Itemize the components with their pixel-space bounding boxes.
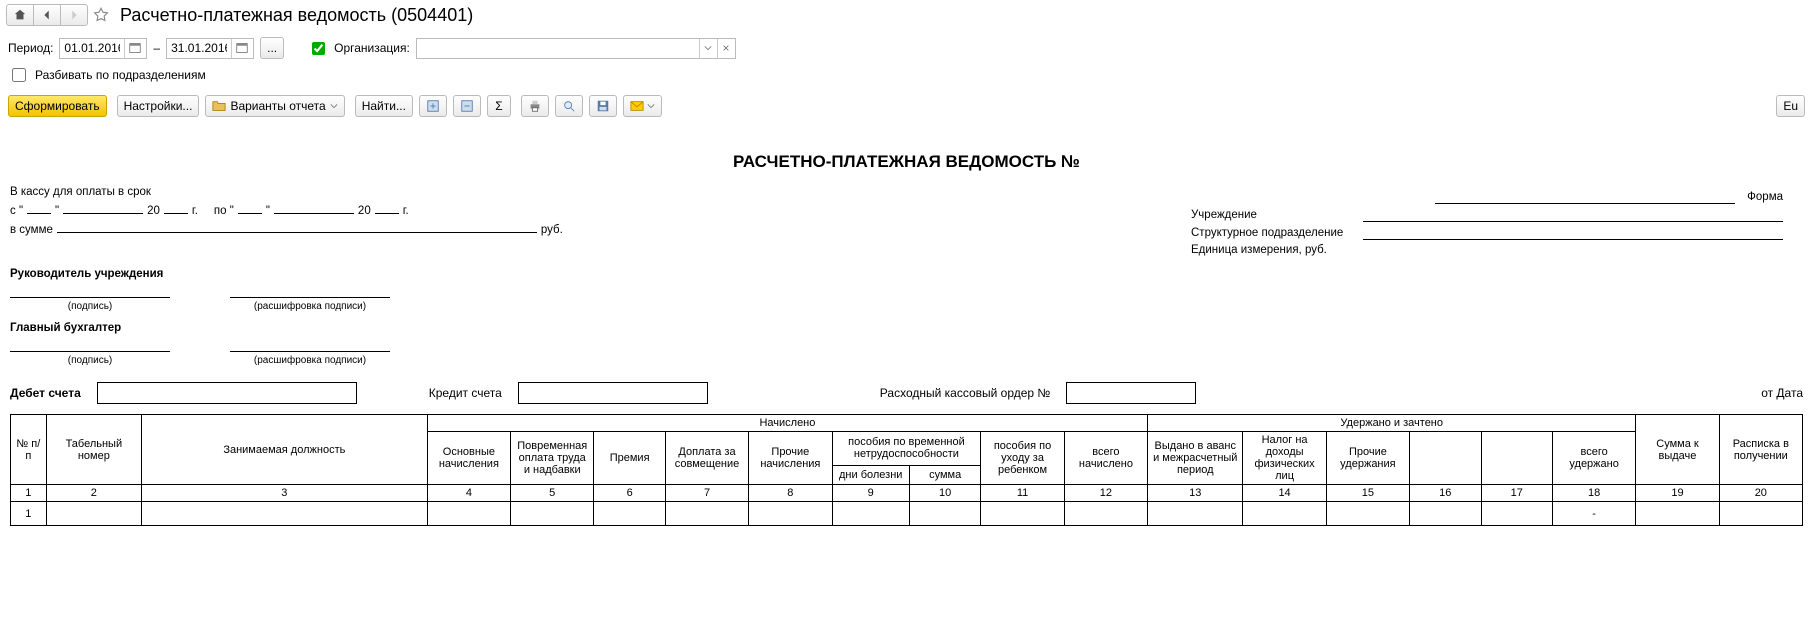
period-label: Период:	[8, 41, 53, 55]
doc-number-blank	[1435, 190, 1735, 204]
dropdown-icon[interactable]	[699, 39, 717, 58]
date-to-field[interactable]	[167, 41, 231, 55]
find-button[interactable]: Найти...	[355, 95, 413, 117]
mail-icon	[630, 99, 644, 113]
star-icon[interactable]	[92, 6, 110, 24]
day-from-blank	[27, 200, 51, 214]
payroll-table: № п/п Табельный номер Занимаемая должнос…	[10, 414, 1803, 526]
split-label: Разбивать по подразделениям	[35, 68, 206, 82]
print-button[interactable]	[521, 95, 549, 117]
accountant-label: Главный бухгалтер	[10, 322, 1151, 334]
date-from-input[interactable]	[59, 38, 147, 59]
org-input[interactable]	[417, 41, 699, 55]
table-row: 1 -	[11, 502, 1803, 526]
month-to-blank	[274, 200, 354, 214]
magnifier-icon	[562, 99, 576, 113]
calendar-icon[interactable]	[124, 39, 144, 58]
settings-button[interactable]: Настройки...	[117, 95, 200, 117]
year-to-blank	[375, 200, 399, 214]
more-right-button[interactable]: Еu	[1776, 95, 1805, 117]
year-from-blank	[164, 200, 188, 214]
mail-button[interactable]	[623, 95, 662, 117]
sum-blank	[57, 219, 537, 233]
day-to-blank	[238, 200, 262, 214]
arrow-left-icon	[40, 8, 54, 22]
cash-order-box	[1066, 382, 1196, 404]
forward-button[interactable]	[60, 4, 88, 26]
org-enabled-checkbox[interactable]	[312, 42, 325, 55]
diskette-icon	[596, 99, 610, 113]
arrow-right-icon	[67, 8, 81, 22]
period-ellipsis-button[interactable]: ...	[260, 37, 284, 59]
back-button[interactable]	[33, 4, 61, 26]
dash: –	[153, 41, 160, 55]
home-icon	[13, 8, 27, 22]
page-title: Расчетно-платежная ведомость (0504401)	[120, 5, 473, 26]
calendar-icon[interactable]	[231, 39, 251, 58]
org-label: Организация:	[334, 41, 410, 55]
report-title: РАСЧЕТНО-ПЛАТЕЖНАЯ ВЕДОМОСТЬ №	[10, 152, 1803, 172]
expand-icon	[426, 99, 440, 113]
date-to-input[interactable]	[166, 38, 254, 59]
variants-button[interactable]: Варианты отчета	[205, 95, 344, 117]
generate-button[interactable]: Сформировать	[8, 95, 107, 117]
cash-line: В кассу для оплаты в срок	[10, 186, 1151, 198]
sum-button[interactable]: Σ	[487, 95, 511, 117]
chevron-down-icon	[647, 102, 655, 110]
split-checkbox[interactable]	[12, 68, 26, 82]
credit-box	[518, 382, 708, 404]
date-from-field[interactable]	[60, 41, 124, 55]
head-label: Руководитель учреждения	[10, 268, 1151, 280]
chevron-down-icon	[330, 102, 338, 110]
save-button[interactable]	[589, 95, 617, 117]
folder-icon	[212, 99, 226, 113]
collapse-icon	[460, 99, 474, 113]
debit-box	[97, 382, 357, 404]
home-button[interactable]	[6, 4, 34, 26]
preview-button[interactable]	[555, 95, 583, 117]
clear-icon[interactable]	[717, 39, 735, 58]
org-select[interactable]	[416, 38, 736, 59]
printer-icon	[528, 99, 542, 113]
expand-button[interactable]	[419, 95, 447, 117]
collapse-button[interactable]	[453, 95, 481, 117]
month-from-blank	[63, 200, 143, 214]
